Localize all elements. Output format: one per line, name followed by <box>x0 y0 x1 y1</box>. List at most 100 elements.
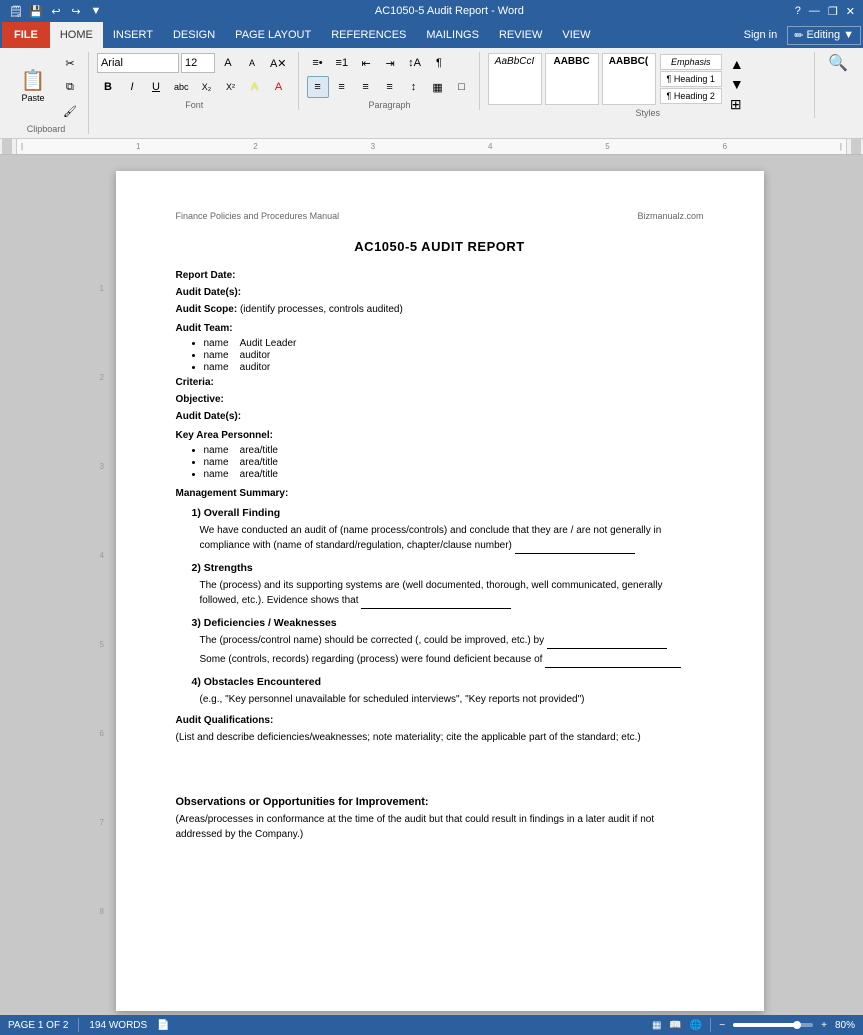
ribbon-content: 📋 Paste ✂ ⧉ 🖌 Clipboard A A A✕ <box>4 52 859 138</box>
superscript-button[interactable]: X² <box>219 76 241 98</box>
tab-page-layout[interactable]: PAGE LAYOUT <box>225 22 321 48</box>
grow-font-button[interactable]: A <box>217 52 239 74</box>
format-painter-button[interactable]: 🖌 <box>58 100 82 122</box>
numbered-list-button[interactable]: ≡1 <box>331 52 354 74</box>
document-area: 1 2 3 4 5 6 7 8 Finance Policies and Pro… <box>0 155 863 1015</box>
editing-label: Editing <box>806 29 840 41</box>
show-para-button[interactable]: ¶ <box>428 52 450 74</box>
font-size-input[interactable] <box>181 53 215 73</box>
bullet-list-button[interactable]: ≡• <box>307 52 329 74</box>
underline-button[interactable]: U <box>145 76 167 98</box>
key-personnel-item-3: name area/title <box>204 469 704 480</box>
tab-references[interactable]: REFERENCES <box>321 22 416 48</box>
deficiencies-text1: The (process/control name) should be cor… <box>200 633 704 649</box>
view-web-icon[interactable]: 🌐 <box>690 1020 702 1031</box>
document-page[interactable]: Finance Policies and Procedures Manual B… <box>116 171 764 1011</box>
audit-qualifications-text: (List and describe deficiencies/weakness… <box>176 730 704 745</box>
font-label: Font <box>97 98 292 110</box>
style-h1[interactable]: ¶ Heading 1 <box>660 71 722 87</box>
highlight-button[interactable]: A <box>243 76 265 98</box>
style-heading2[interactable]: AABBC( <box>602 53 656 105</box>
justify-button[interactable]: ≡ <box>379 76 401 98</box>
customize-icon[interactable]: ▼ <box>88 3 104 19</box>
find-button[interactable]: 🔍 <box>823 52 853 74</box>
decrease-indent-button[interactable]: ⇤ <box>355 52 377 74</box>
view-read-icon[interactable]: 📖 <box>669 1020 681 1031</box>
cut-button[interactable]: ✂ <box>58 52 82 74</box>
undo-icon[interactable]: ↩ <box>48 3 64 19</box>
tab-mailings[interactable]: MAILINGS <box>416 22 489 48</box>
subscript-button[interactable]: X₂ <box>195 76 217 98</box>
ruler-left-margin <box>2 139 12 154</box>
style-default[interactable]: AaBbCcI <box>488 53 542 105</box>
zoom-minus-button[interactable]: − <box>719 1020 725 1031</box>
paragraph-label: Paragraph <box>307 98 473 110</box>
shading-button[interactable]: ▦ <box>427 76 449 98</box>
align-left-button[interactable]: ≡ <box>307 76 329 98</box>
ruler-track: | 1 2 3 4 5 6 | <box>16 139 847 154</box>
border-button[interactable]: □ <box>451 76 473 98</box>
zoom-thumb[interactable] <box>793 1021 801 1029</box>
font-color-button[interactable]: A <box>267 76 289 98</box>
font-name-input[interactable] <box>97 53 179 73</box>
overall-finding-text: We have conducted an audit of (name proc… <box>200 523 704 554</box>
objective-field: Objective: <box>176 394 704 405</box>
save-icon[interactable]: 💾 <box>28 3 44 19</box>
align-right-button[interactable]: ≡ <box>355 76 377 98</box>
objective-label: Objective: <box>176 394 224 405</box>
page-header: Finance Policies and Procedures Manual B… <box>176 211 704 221</box>
key-personnel-heading: Key Area Personnel: <box>176 430 704 441</box>
tab-home[interactable]: HOME <box>50 22 103 48</box>
style-heading1[interactable]: AABBC <box>545 53 599 105</box>
sort-button[interactable]: ↕A <box>403 52 426 74</box>
italic-button[interactable]: I <box>121 76 143 98</box>
clear-format-button[interactable]: A✕ <box>265 52 292 74</box>
line-spacing-button[interactable]: ↕ <box>403 76 425 98</box>
strikethrough-button[interactable]: abc <box>169 76 194 98</box>
styles-scroll-up[interactable]: ▲ <box>728 54 746 74</box>
overall-finding-heading: 1) Overall Finding <box>192 507 704 519</box>
view-normal-icon[interactable]: ▦ <box>652 1020 661 1031</box>
word-count: 194 WORDS <box>89 1020 147 1031</box>
window-title: AC1050-5 Audit Report - Word <box>104 5 795 17</box>
restore-button[interactable]: ❐ <box>828 5 838 18</box>
copy-button[interactable]: ⧉ <box>58 76 82 98</box>
editing-dropdown[interactable]: ▼ <box>843 29 854 41</box>
zoom-slider[interactable] <box>733 1023 813 1027</box>
increase-indent-button[interactable]: ⇥ <box>379 52 401 74</box>
tab-view[interactable]: VIEW <box>552 22 600 48</box>
tab-insert[interactable]: INSERT <box>103 22 163 48</box>
key-personnel-item-2: name area/title <box>204 457 704 468</box>
styles-scroll-down[interactable]: ▼ <box>728 74 746 94</box>
ruler-right-margin <box>851 139 861 154</box>
word-count-icon[interactable]: 📄 <box>157 1020 169 1031</box>
tab-review[interactable]: REVIEW <box>489 22 552 48</box>
redo-icon[interactable]: ↪ <box>68 3 84 19</box>
paste-button[interactable]: 📋 Paste <box>10 60 56 114</box>
zoom-plus-button[interactable]: + <box>821 1020 827 1031</box>
align-center-button[interactable]: ≡ <box>331 76 353 98</box>
title-bar: 🗒 💾 ↩ ↪ ▼ AC1050-5 Audit Report - Word ?… <box>0 0 863 22</box>
paste-label: Paste <box>21 93 44 103</box>
file-menu-button[interactable]: FILE <box>2 22 50 48</box>
key-personnel-list: name area/title name area/title name are… <box>204 445 704 480</box>
close-button[interactable]: ✕ <box>846 5 855 18</box>
menu-bar: FILE HOME INSERT DESIGN PAGE LAYOUT REFE… <box>0 22 863 48</box>
style-emphasis[interactable]: Emphasis <box>660 54 722 70</box>
sign-in-button[interactable]: Sign in <box>734 29 788 41</box>
management-summary-heading: Management Summary: <box>176 488 704 499</box>
help-button[interactable]: ? <box>795 5 801 17</box>
audit-scope-label: Audit Scope: <box>176 304 240 315</box>
strengths-heading: 2) Strengths <box>192 562 704 574</box>
ribbon: 📋 Paste ✂ ⧉ 🖌 Clipboard A A A✕ <box>0 48 863 139</box>
minimize-button[interactable]: — <box>809 5 820 17</box>
editing-badge: ✏ Editing ▼ <box>787 26 861 45</box>
report-date-field: Report Date: <box>176 270 704 281</box>
shrink-font-button[interactable]: A <box>241 52 263 74</box>
observations-text: (Areas/processes in conformance at the t… <box>176 812 704 842</box>
bold-button[interactable]: B <box>97 76 119 98</box>
tab-design[interactable]: DESIGN <box>163 22 225 48</box>
style-h2[interactable]: ¶ Heading 2 <box>660 88 722 104</box>
header-left: Finance Policies and Procedures Manual <box>176 211 340 221</box>
styles-row: AaBbCcI AABBC AABBC( Emphasis ¶ Heading … <box>488 52 748 106</box>
